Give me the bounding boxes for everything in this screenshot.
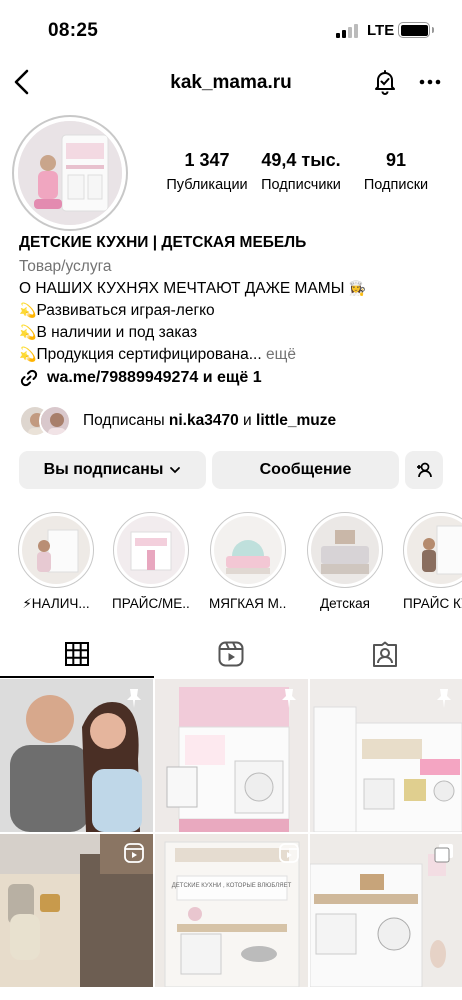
message-label: Сообщение [259,461,352,478]
add-person-icon [417,462,432,478]
post-thumbnail[interactable] [155,679,308,832]
add-user-button[interactable] [405,451,443,489]
bio-text: О НАШИХ КУХНЯХ МЕЧТАЮТ ДАЖЕ МАМЫ [19,280,345,297]
profile-category: Товар/услуга [19,258,112,275]
stat-value: 49,4 тыс. [261,150,341,170]
post-thumbnail[interactable] [0,834,153,987]
highlight-cover [214,516,282,584]
more-link[interactable]: ещё [266,346,296,363]
post-thumbnail[interactable]: ДЕТСКИЕ КУХНИ , КОТОРЫЕ ВЛЮБЛЯЕТ [155,834,308,987]
highlight-item[interactable]: ПРАЙС КУ [403,512,462,611]
pin-icon [127,689,141,708]
status-time: 08:25 [48,20,99,41]
bio-line: 💫Продукция сертифицирована... ещё [19,344,449,366]
highlight-label: ПРАЙС КУ [403,596,462,611]
message-button[interactable]: Сообщение [212,451,399,489]
follower-username: ni.ka3470 [168,412,239,429]
highlight-label: ПРАЙС/МЕ... [112,596,190,611]
reel-icon [279,843,299,863]
tab-reels[interactable] [154,630,308,678]
avatar [18,121,122,225]
bio-line: 💫Развиваться играя-легко [19,300,449,322]
stat-value: 91 [385,150,407,170]
profile-header: kak_mama.ru [0,60,462,104]
chef-emoji: 👩‍🍳 [348,281,367,297]
highlight-cover [22,516,90,584]
stat-posts[interactable]: 1 347 Публикации [160,150,254,193]
carousel-icon [434,844,453,863]
grid-icon [65,642,89,666]
profile-tabs [0,630,462,678]
link-text: wa.me/79889949274 и ещё 1 [47,369,262,386]
profile-avatar[interactable] [12,115,128,231]
highlight-cover [117,516,185,584]
stat-followers[interactable]: 49,4 тыс. Подписчики [254,150,348,193]
highlight-item[interactable]: ПРАЙС/МЕ... [112,512,190,611]
reel-icon [124,843,144,863]
network-label: LTE [367,22,395,39]
stat-label: Подписки [363,177,429,193]
following-label: Вы подписаны [43,461,164,478]
following-button[interactable]: Вы подписаны [19,451,206,489]
battery-icon [398,22,434,38]
highlight-item[interactable]: Детская [306,512,384,611]
tab-tagged[interactable] [308,630,462,678]
signal-icon [336,22,362,38]
bio-line: 💫В наличии и под заказ [19,322,449,344]
post-thumbnail[interactable] [310,679,462,832]
sparkle-icon: 💫 [19,347,37,363]
profile-bio: ДЕТСКИЕ КУХНИ | ДЕТСКАЯ МЕБЕЛЬ Товар/усл… [19,232,449,366]
highlight-item[interactable]: МЯГКАЯ М... [209,512,287,611]
followed-by-text: Подписаны ni.ka3470 и little_muze [83,412,336,430]
chevron-down-icon [170,467,181,474]
more-icon[interactable] [416,68,444,96]
active-tab-indicator [0,676,154,678]
link-icon [20,369,38,387]
avatar [39,405,71,437]
follower-username: little_muze [256,412,337,429]
highlight-cover [311,516,379,584]
notification-bell-icon[interactable] [371,68,399,96]
tagged-icon [373,641,397,667]
stat-label: Публикации [166,177,248,193]
highlight-label: МЯГКАЯ М... [209,596,287,611]
followed-by[interactable]: Подписаны ni.ka3470 и little_muze [19,403,336,439]
bio-text: В наличии и под заказ [36,324,198,341]
bio-line: О НАШИХ КУХНЯХ МЕЧТАЮТ ДАЖЕ МАМЫ 👩‍🍳 [19,278,449,300]
followed-joiner: и [243,412,252,429]
pin-icon [437,689,451,708]
post-thumbnail[interactable] [310,834,462,987]
tab-posts[interactable] [0,630,154,678]
bio-text: Продукция сертифицирована... [36,346,262,363]
reels-icon [218,641,244,667]
stat-label: Подписчики [261,177,341,193]
followed-prefix: Подписаны [83,412,165,429]
highlight-label: Детская [319,596,370,611]
status-bar: 08:25 LTE [0,0,462,60]
post-thumbnail[interactable] [0,679,153,832]
bio-text: Развиваться играя-легко [36,302,215,319]
post-overlay-text: ДЕТСКИЕ КУХНИ , КОТОРЫЕ ВЛЮБЛЯЕТ [171,883,292,889]
pin-icon [282,689,296,708]
sparkle-icon: 💫 [19,303,37,319]
bio-link[interactable]: wa.me/79889949274 и ещё 1 [19,368,262,388]
sparkle-icon: 💫 [19,325,37,341]
profile-name: ДЕТСКИЕ КУХНИ | ДЕТСКАЯ МЕБЕЛЬ [19,234,307,251]
highlight-label: ⚡НАЛИЧ... [22,596,90,611]
highlight-item[interactable]: ⚡НАЛИЧ... [17,512,95,612]
stat-following[interactable]: 91 Подписки [350,150,442,193]
stat-value: 1 347 [184,150,230,170]
highlight-cover [407,516,462,584]
